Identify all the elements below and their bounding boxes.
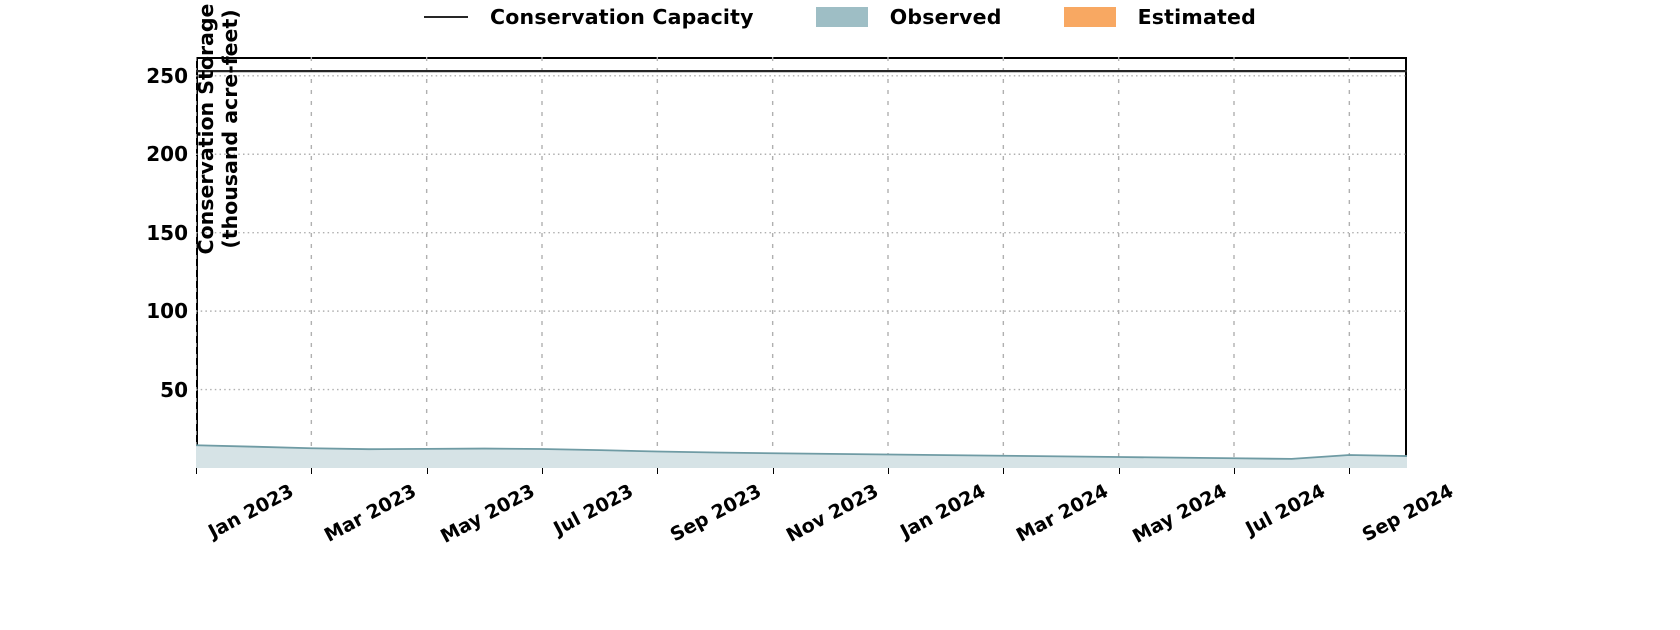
y-axis-tick-label: 250 [146, 63, 188, 88]
x-axis-tick-label: Sep 2023 [666, 480, 766, 547]
x-axis-tick-mark [1003, 468, 1005, 474]
legend-line-swatch-icon [424, 16, 469, 18]
x-axis-tick-mark [1234, 468, 1235, 474]
legend-entry-estimated: Estimated [1063, 5, 1256, 29]
x-axis-tick-mark [888, 468, 889, 474]
legend-entry-observed: Observed [815, 5, 1002, 29]
plot-canvas [196, 57, 1407, 468]
x-axis-tick-label: May 2023 [436, 480, 539, 548]
x-axis-tick-label: Nov 2023 [782, 480, 882, 547]
x-axis-tick-label: Mar 2023 [321, 480, 421, 547]
x-axis-tick-mark [657, 468, 659, 474]
chart-figure: Conservation Capacity Observed Estimated… [0, 0, 1680, 630]
x-axis-tick-label: Jul 2024 [1242, 480, 1329, 541]
x-axis-tick-mark [1118, 468, 1120, 474]
x-axis-tick-label: Sep 2024 [1358, 480, 1458, 547]
x-axis-tick-mark [311, 468, 313, 474]
y-axis-tick-label: 100 [146, 299, 188, 324]
y-axis-tick-label: 50 [160, 377, 188, 402]
x-axis-tick-label: May 2024 [1128, 480, 1231, 548]
legend-label-conservation-capacity: Conservation Capacity [490, 5, 754, 29]
x-axis-tick-mark [542, 468, 543, 474]
chart-legend: Conservation Capacity Observed Estimated [0, 0, 1680, 34]
legend-patch-swatch-estimated-icon [1063, 7, 1116, 27]
legend-label-estimated: Estimated [1137, 5, 1256, 29]
x-axis-tick-mark [772, 468, 774, 474]
legend-label-observed: Observed [889, 5, 1002, 29]
x-axis-tick-mark [1349, 468, 1351, 474]
legend-patch-swatch-observed-icon [815, 7, 868, 27]
plot-area: Conservation Storage (thousand acre-feet… [146, 4, 1457, 548]
x-axis-tick-mark [196, 468, 197, 474]
x-axis-tick-mark [426, 468, 428, 474]
x-axis-tick-label: Jan 2024 [896, 480, 990, 544]
legend-entry-conservation-capacity: Conservation Capacity [424, 5, 754, 29]
y-axis-tick-label: 200 [146, 142, 188, 167]
y-axis-tick-label: 150 [146, 220, 188, 245]
x-axis-tick-label: Mar 2024 [1013, 480, 1113, 547]
x-axis-tick-label: Jan 2023 [204, 480, 298, 544]
x-axis-tick-label: Jul 2023 [550, 480, 637, 541]
